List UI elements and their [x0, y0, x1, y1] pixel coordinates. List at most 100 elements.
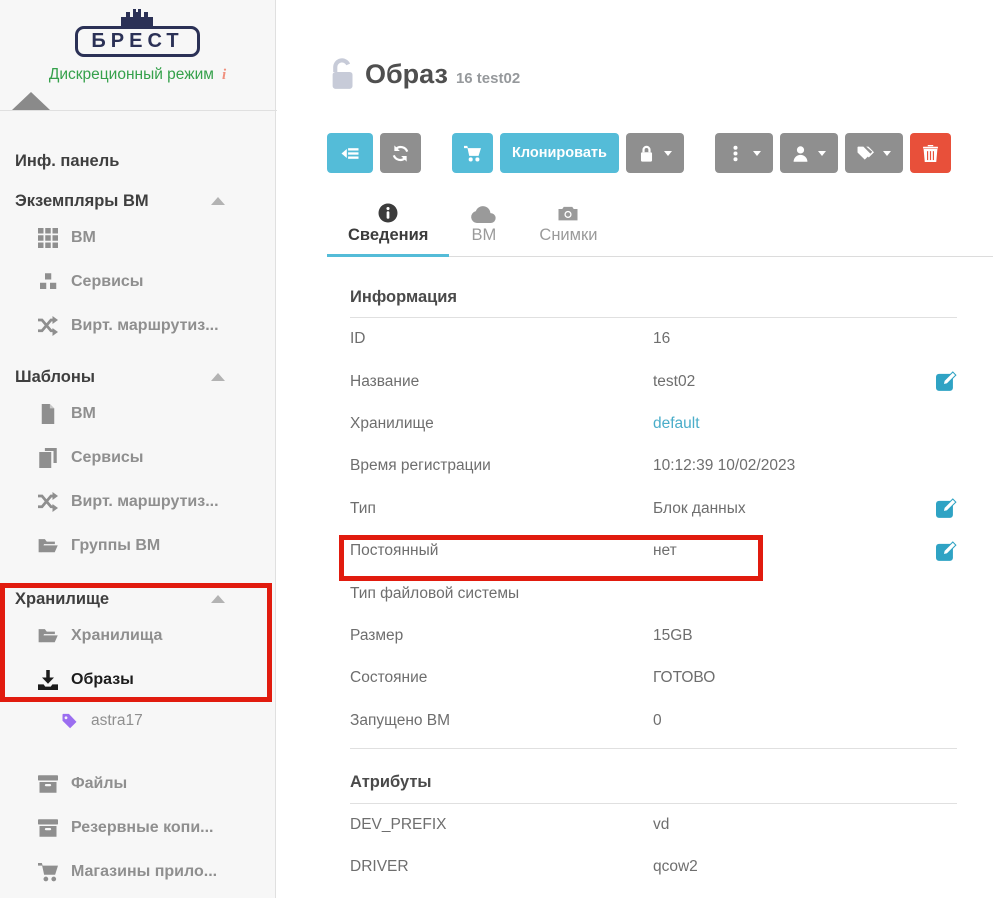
refresh-icon — [392, 145, 409, 162]
sidebar-item-label: Вирт. маршрутиз... — [71, 317, 219, 335]
tags-icon — [857, 145, 874, 162]
sidebar-item-label-astra17[interactable]: astra17 — [0, 702, 275, 740]
sidebar-item-label: Магазины прило... — [71, 863, 217, 881]
copy-icon — [38, 448, 58, 468]
sidebar-item-marketplaces[interactable]: Магазины прило... — [0, 850, 275, 894]
info-icon[interactable]: i — [222, 67, 226, 83]
row-label: Постоянный — [350, 542, 653, 560]
sidebar-section-dashboard[interactable]: Инф. панель — [0, 146, 275, 176]
marketplace-button[interactable] — [452, 133, 493, 173]
row-label: Тип — [350, 500, 653, 518]
page-title: Образ — [365, 59, 448, 90]
cloud-icon — [470, 201, 497, 223]
tab-vms[interactable]: ВМ — [449, 201, 518, 257]
sidebar-item-services[interactable]: Сервисы — [0, 260, 275, 304]
sidebar-group-templates: Шаблоны ВМ Сервисы Вирт. маршрутиз... Группы… — [0, 362, 275, 568]
tab-label: Сведения — [348, 226, 428, 245]
ownership-dropdown-button[interactable] — [780, 133, 838, 173]
page-header: Образ 16 test02 — [327, 58, 520, 90]
edit-icon[interactable] — [936, 371, 957, 392]
labels-dropdown-button[interactable] — [845, 133, 903, 173]
sidebar-item-virtual-routers[interactable]: Вирт. маршрутиз... — [0, 304, 275, 348]
sidebar-item-vm-templates[interactable]: ВМ — [0, 392, 275, 436]
table-row: DEV_PREFIXvd — [350, 804, 957, 846]
lock-icon — [638, 145, 655, 162]
row-label: Состояние — [350, 669, 653, 687]
sidebar-item-files[interactable]: Файлы — [0, 762, 275, 806]
table-row: Размер15GB — [350, 615, 957, 657]
row-value: ГОТОВО — [653, 669, 957, 687]
row-value: vd — [653, 816, 957, 834]
caret-down-icon — [818, 151, 826, 156]
ellipsis-v-icon — [727, 145, 744, 162]
row-value: qcow2 — [653, 858, 957, 876]
sidebar-item-label: Вирт. маршрутиз... — [71, 493, 219, 511]
sidebar-section-templates[interactable]: Шаблоны — [0, 362, 275, 392]
sidebar-item-backups[interactable]: Резервные копи... — [0, 806, 275, 850]
user-icon — [792, 145, 809, 162]
row-label: Тип файловой системы — [350, 585, 653, 603]
cubes-icon — [38, 272, 58, 292]
button-label: Клонировать — [512, 145, 607, 161]
sidebar-section-vm-instances[interactable]: Экземпляры ВМ — [0, 186, 275, 216]
row-label: DRIVER — [350, 858, 653, 876]
table-row: Постоянныйнет — [350, 530, 957, 572]
info-circle-icon — [378, 201, 398, 223]
lock-dropdown-button[interactable] — [626, 133, 684, 173]
sidebar-group-storage: Хранилище ХранилищаОбразыastra17 ФайлыРезе… — [0, 584, 275, 894]
row-value: 15GB — [653, 627, 957, 645]
table-row: ТипБлок данных — [350, 488, 957, 530]
sidebar-group-vm-instances: Экземпляры ВМ ВМ Сервисы Вирт. маршрутиз... — [0, 186, 275, 348]
tag-icon — [62, 713, 78, 729]
row-value[interactable]: default — [653, 415, 957, 433]
actions-dropdown-button[interactable] — [715, 133, 773, 173]
sidebar-nav: Инф. панель Экземпляры ВМ ВМ Сервисы Вирт. м… — [0, 110, 275, 894]
tab-details[interactable]: Сведения — [327, 201, 449, 257]
back-to-list-button[interactable] — [327, 133, 373, 173]
table-row: Названиеtest02 — [350, 360, 957, 402]
cart-icon — [38, 862, 58, 882]
sidebar-item-vrouter-templates[interactable]: Вирт. маршрутиз... — [0, 480, 275, 524]
info-table: ID16Названиеtest02ХранилищеdefaultВремя … — [350, 318, 957, 742]
row-label: Размер — [350, 627, 653, 645]
attributes-section-title: Атрибуты — [350, 749, 957, 804]
download-icon — [38, 670, 58, 690]
sidebar-section-label: Хранилище — [15, 590, 211, 609]
folder-open-icon — [38, 536, 58, 556]
toolbar: Клонировать — [327, 133, 951, 173]
sidebar-item-datastores[interactable]: Хранилища — [0, 614, 275, 658]
trash-icon — [922, 145, 939, 162]
tabs-bar: Сведения ВМСнимки — [327, 196, 993, 257]
table-row: ID16 — [350, 318, 957, 360]
sidebar-item-service-templates[interactable]: Сервисы — [0, 436, 275, 480]
cart-icon — [464, 145, 481, 162]
sidebar-item-label: ВМ — [71, 405, 96, 423]
sidebar-item-vm-groups[interactable]: Группы ВМ — [0, 524, 275, 568]
table-row: DRIVERqcow2 — [350, 846, 957, 888]
sidebar-section-label: Шаблоны — [15, 368, 211, 387]
row-label: ID — [350, 330, 653, 348]
sidebar-item-label: Сервисы — [71, 449, 143, 467]
row-value: 16 — [653, 330, 957, 348]
table-row: Тип файловой системы — [350, 572, 957, 614]
castle-icon — [115, 7, 161, 28]
sidebar-item-images[interactable]: Образы — [0, 658, 275, 702]
tab-snapshots[interactable]: Снимки — [518, 201, 618, 257]
sidebar-item-label: ВМ — [71, 229, 96, 247]
row-value: Блок данных — [653, 500, 936, 518]
clone-button[interactable]: Клонировать — [500, 133, 619, 173]
edit-icon[interactable] — [936, 498, 957, 519]
edit-icon[interactable] — [936, 541, 957, 562]
sidebar-section-label: Экземпляры ВМ — [15, 192, 211, 211]
refresh-button[interactable] — [380, 133, 421, 173]
sidebar-item-vms[interactable]: ВМ — [0, 216, 275, 260]
sidebar-section-storage[interactable]: Хранилище — [0, 584, 275, 614]
delete-button[interactable] — [910, 133, 951, 173]
caret-up-icon — [211, 595, 225, 603]
caret-down-icon — [664, 151, 672, 156]
caret-down-icon — [753, 151, 761, 156]
sidebar-group-dashboard: Инф. панель — [0, 146, 275, 176]
file-icon — [38, 404, 58, 424]
scroll-up-indicator[interactable] — [12, 92, 50, 110]
row-label: Время регистрации — [350, 457, 653, 475]
